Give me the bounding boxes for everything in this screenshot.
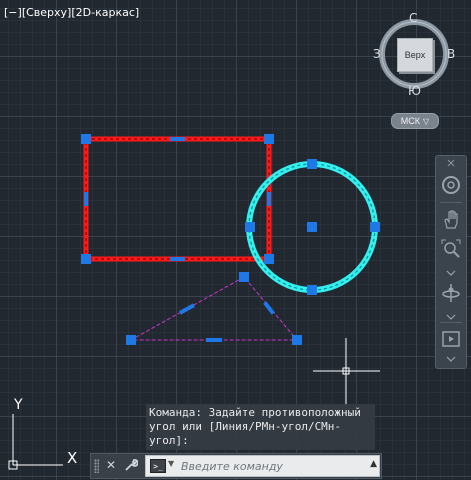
grip-midpoint [263, 301, 275, 315]
ucs-label: МСК [400, 116, 421, 126]
drag-handle[interactable] [94, 459, 99, 473]
steering-wheel-button[interactable] [440, 174, 462, 196]
viewcube-top-face[interactable]: Верх [397, 38, 433, 72]
grip-midpoint [84, 192, 88, 206]
close-icon[interactable] [446, 158, 456, 168]
grip-midpoint [206, 338, 222, 342]
recent-commands-icon[interactable]: ▼ [168, 459, 174, 468]
triangle-grips[interactable] [126, 272, 302, 345]
grip-midpoint [170, 137, 185, 141]
zoom-extents-button[interactable] [440, 238, 462, 260]
compass-south[interactable]: Ю [408, 84, 421, 98]
ucs-icon [8, 414, 63, 470]
pan-icon [444, 210, 458, 229]
grip-midpoint [179, 303, 195, 315]
grip-square [370, 222, 380, 232]
grip-midpoint [170, 257, 185, 261]
customize-button[interactable] [123, 457, 139, 473]
grip-square [264, 134, 274, 144]
orbit-button[interactable] [440, 282, 462, 304]
navigation-bar [435, 155, 467, 369]
command-history-line: угол]: [149, 434, 189, 447]
close-icon: ✕ [105, 458, 117, 472]
command-history-toggle-icon[interactable]: ▲ [370, 459, 377, 469]
rectangle-grips[interactable] [81, 134, 274, 264]
compass-west[interactable]: З [373, 47, 381, 61]
chevron-down-icon [446, 314, 456, 320]
command-prompt-icon[interactable]: >_ [150, 459, 166, 473]
ucs-menu-button[interactable]: МСК ▽ [391, 113, 439, 129]
zoom-extents-icon [441, 239, 461, 258]
ucs-x-label: X [67, 449, 78, 467]
command-input-field[interactable]: >_ ▼ ▲ [145, 455, 380, 477]
grip-square [239, 272, 249, 282]
grip-square [292, 335, 302, 345]
grip-square [81, 134, 91, 144]
circle-grips[interactable] [245, 159, 380, 295]
grip-square [81, 254, 91, 264]
grip-midpoint [267, 192, 271, 206]
viewcube-face-label: Верх [404, 50, 426, 60]
chevron-down-icon [446, 270, 456, 276]
ucs-y-label: Y [14, 397, 23, 413]
grip-square [307, 222, 317, 232]
divider [440, 202, 462, 203]
pan-button[interactable] [440, 208, 462, 230]
showmotion-icon [442, 331, 460, 347]
crosshair-cursor [313, 338, 380, 405]
command-history: Команда: Задайте противоположный угол ил… [146, 404, 375, 450]
compass-east[interactable]: В [447, 47, 455, 61]
showmotion-button[interactable] [440, 328, 462, 350]
orbit-icon [442, 284, 460, 302]
grip-square [307, 285, 317, 295]
navbar-menu-button[interactable] [440, 348, 462, 370]
orbit-dropdown-button[interactable] [440, 306, 462, 328]
command-history-line: угол или [Линия/РМн-угол/СМн- [149, 420, 342, 433]
wrench-icon [125, 459, 138, 471]
steering-wheel-icon [442, 176, 460, 194]
compass-north[interactable]: С [409, 11, 417, 25]
grip-square [126, 335, 136, 345]
command-line-bar: ✕ >_ ▼ ▲ [90, 453, 382, 479]
rectangle-object[interactable] [83, 136, 272, 262]
grip-square [264, 254, 274, 264]
triangle-object[interactable] [129, 276, 299, 341]
grip-square [307, 159, 317, 169]
chevron-down-icon: ▽ [423, 116, 430, 126]
grip-square [245, 222, 255, 232]
zoom-dropdown-button[interactable] [440, 262, 462, 284]
command-input[interactable] [179, 456, 363, 476]
command-history-line: Команда: Задайте противоположный [149, 406, 361, 419]
close-command-line-button[interactable]: ✕ [103, 457, 119, 473]
divider [440, 322, 462, 323]
chevron-down-icon [446, 356, 456, 362]
